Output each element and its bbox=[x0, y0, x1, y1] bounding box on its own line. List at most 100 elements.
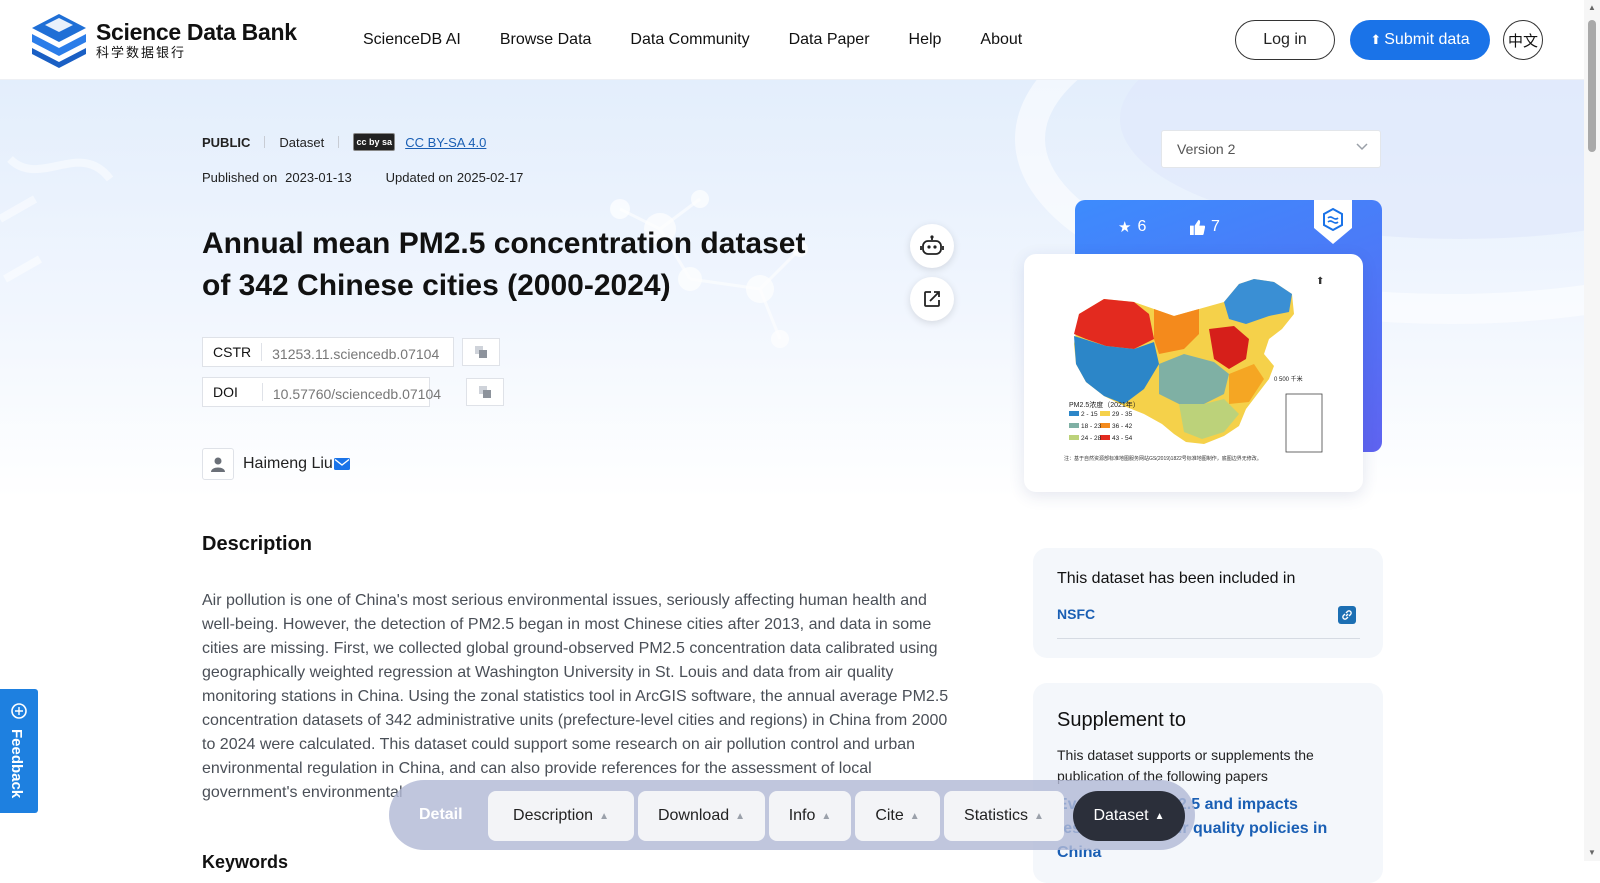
nav-about[interactable]: About bbox=[980, 31, 1022, 49]
nav-data-paper[interactable]: Data Paper bbox=[789, 31, 870, 49]
map-legend-title: PM2.5浓度（2021年） bbox=[1069, 400, 1140, 409]
china-pm25-map-image: ⬆ PM2.5浓度（2021年） 2 - 15 29 - 35 18 - 23 … bbox=[1064, 276, 1324, 462]
map-legend-item: 2 - 15 bbox=[1081, 411, 1098, 418]
description-text: Air pollution is one of China's most ser… bbox=[202, 592, 949, 801]
chevron-up-icon: ▲ bbox=[909, 810, 920, 822]
tab-label: Statistics bbox=[964, 807, 1029, 824]
cstr-label: CSTR bbox=[203, 343, 263, 361]
tab-label: Cite bbox=[875, 807, 904, 824]
supplement-title: Supplement to bbox=[1057, 709, 1186, 731]
logo-title: Science Data Bank bbox=[96, 19, 297, 45]
map-legend-item: 36 - 42 bbox=[1112, 423, 1133, 430]
feedback-button[interactable]: Feedback bbox=[0, 689, 38, 813]
cc-license-icon: cc by sa bbox=[353, 133, 396, 151]
version-select[interactable]: Version 2 bbox=[1161, 130, 1381, 168]
submit-data-button[interactable]: ⬆ Submit data bbox=[1350, 20, 1490, 60]
tab-cite[interactable]: Cite ▲ bbox=[855, 791, 940, 841]
star-count[interactable]: ★ 6 bbox=[1118, 218, 1146, 236]
robot-icon bbox=[920, 235, 944, 255]
map-legend-item: 43 - 54 bbox=[1112, 435, 1133, 442]
copy-doi-button[interactable] bbox=[466, 378, 504, 406]
doi-value: 10.57760/sciencedb.07104 bbox=[272, 386, 442, 402]
copy-icon bbox=[479, 386, 491, 398]
map-scale-label: 0 500 千米 bbox=[1274, 375, 1303, 383]
logo-icon bbox=[32, 14, 86, 68]
map-legend-item: 24 - 28 bbox=[1081, 435, 1102, 442]
doi-identifier: DOI 10.57760/sciencedb.07104 bbox=[202, 377, 441, 407]
site-header: Science Data Bank 科学数据银行 ScienceDB AI Br… bbox=[0, 0, 1584, 80]
map-note: 注：基于自然资源部标准地图服务网站GS(2019)1822号标准地图制作，底图边… bbox=[1064, 455, 1262, 462]
logo-subtitle: 科学数据银行 bbox=[96, 45, 187, 60]
chevron-up-icon: ▲ bbox=[1034, 810, 1044, 822]
like-count-value: 7 bbox=[1211, 218, 1220, 235]
avatar bbox=[202, 448, 234, 480]
cstr-identifier: CSTR 31253.11.sciencedb.07104 bbox=[202, 337, 454, 367]
chevron-up-icon: ▲ bbox=[599, 810, 609, 822]
main-nav: ScienceDB AI Browse Data Data Community … bbox=[363, 0, 1061, 79]
tab-label: Info bbox=[788, 807, 816, 824]
visibility-label: PUBLIC bbox=[202, 134, 251, 150]
scroll-down-icon[interactable]: ▼ bbox=[1588, 848, 1596, 857]
feedback-label: Feedback bbox=[8, 729, 25, 799]
divider bbox=[264, 136, 266, 148]
north-arrow-icon: ⬆ bbox=[1316, 276, 1324, 287]
thumbs-up-icon bbox=[1190, 219, 1205, 235]
dataset-meta: PUBLIC Dataset cc by sa CC BY-SA 4.0 bbox=[202, 133, 486, 151]
published-date: 2023-01-13 bbox=[285, 170, 352, 185]
dataset-type: Dataset bbox=[279, 134, 325, 150]
like-count[interactable]: 7 bbox=[1190, 218, 1220, 236]
tab-label: Dataset bbox=[1093, 807, 1149, 824]
included-name-link[interactable]: NSFC bbox=[1057, 606, 1095, 622]
cstr-value: 31253.11.sciencedb.07104 bbox=[272, 346, 440, 362]
license-link[interactable]: CC BY-SA 4.0 bbox=[405, 135, 486, 150]
updated-label: Updated on bbox=[385, 170, 453, 185]
included-title: This dataset has been included in bbox=[1057, 570, 1296, 587]
updated-date: 2025-02-17 bbox=[456, 170, 524, 185]
author: Haimeng Liu bbox=[202, 448, 350, 480]
nav-sciencedb-ai[interactable]: ScienceDB AI bbox=[363, 31, 461, 49]
chevron-down-icon bbox=[1356, 143, 1368, 151]
tab-description[interactable]: Description ▲ bbox=[488, 791, 634, 841]
tab-label: Description bbox=[513, 807, 594, 824]
page-scrollbar[interactable]: ▲ ▼ bbox=[1584, 0, 1600, 861]
tab-info[interactable]: Info ▲ bbox=[769, 791, 851, 841]
tab-label: Download bbox=[657, 807, 730, 824]
submit-data-label: Submit data bbox=[1384, 31, 1470, 48]
scroll-up-icon[interactable]: ▲ bbox=[1588, 3, 1596, 12]
dataset-preview-image[interactable]: ⬆ PM2.5浓度（2021年） 2 - 15 29 - 35 18 - 23 … bbox=[1024, 254, 1363, 492]
nav-data-community[interactable]: Data Community bbox=[630, 31, 749, 49]
feedback-icon bbox=[11, 703, 27, 719]
email-icon[interactable] bbox=[333, 458, 350, 470]
tab-detail[interactable]: Detail bbox=[419, 780, 463, 850]
nav-help[interactable]: Help bbox=[909, 31, 942, 49]
upload-icon: ⬆ bbox=[1370, 32, 1382, 47]
description-heading: Description bbox=[202, 533, 313, 555]
external-link-icon bbox=[924, 291, 940, 307]
section-tab-bar: Detail Description ▲ Download ▲ Info ▲ Cite… bbox=[389, 780, 1195, 850]
keywords-heading: Keywords bbox=[202, 852, 289, 872]
author-name[interactable]: Haimeng Liu bbox=[243, 455, 333, 473]
doi-label: DOI bbox=[203, 383, 263, 401]
link-icon[interactable] bbox=[1338, 606, 1356, 624]
chevron-up-icon: ▲ bbox=[821, 810, 832, 822]
share-button[interactable] bbox=[910, 277, 954, 321]
published-label: Published on bbox=[202, 170, 278, 185]
copy-icon bbox=[475, 346, 487, 358]
chevron-up-icon: ▲ bbox=[1154, 810, 1165, 822]
user-icon bbox=[211, 457, 225, 472]
scrollbar-thumb[interactable] bbox=[1588, 20, 1596, 152]
shield-icon bbox=[1314, 200, 1352, 244]
star-count-value: 6 bbox=[1137, 218, 1147, 235]
ai-assistant-button[interactable] bbox=[910, 224, 954, 268]
copy-cstr-button[interactable] bbox=[462, 338, 500, 366]
divider bbox=[338, 136, 340, 148]
login-button[interactable]: Log in bbox=[1235, 20, 1335, 60]
included-in-panel: This dataset has been included in NSFC bbox=[1033, 548, 1383, 658]
divider bbox=[1057, 638, 1360, 639]
site-logo[interactable]: Science Data Bank 科学数据银行 bbox=[31, 12, 297, 68]
tab-download[interactable]: Download ▲ bbox=[638, 791, 765, 841]
tab-statistics[interactable]: Statistics ▲ bbox=[944, 791, 1064, 841]
language-toggle[interactable]: 中文 bbox=[1503, 20, 1543, 60]
nav-browse-data[interactable]: Browse Data bbox=[500, 31, 592, 49]
tab-dataset[interactable]: Dataset ▲ bbox=[1073, 791, 1185, 841]
